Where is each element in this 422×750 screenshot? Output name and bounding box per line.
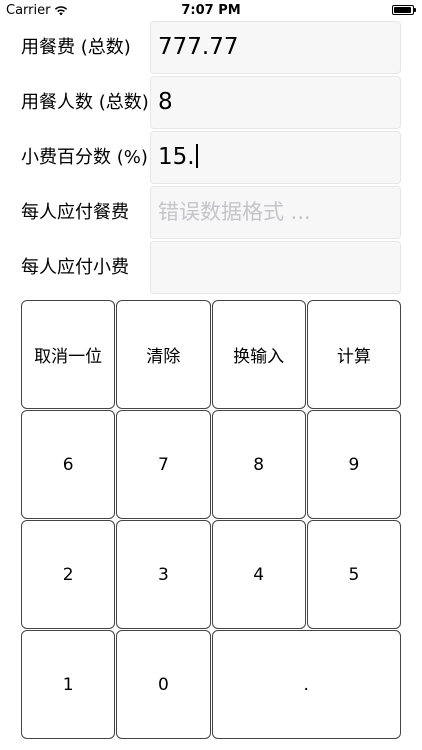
diners-label: 用餐人数 (总数) [21,92,149,113]
switch-input-button[interactable]: 换输入 [211,300,306,409]
status-bar: Carrier 7:07 PM [0,0,422,22]
total-bill-label: 用餐费 (总数) [21,37,131,58]
diners-field[interactable]: 8 [150,76,401,129]
row-tip-per-person: 每人应付小费 [0,240,422,295]
key-decimal-point[interactable]: . [211,630,401,739]
text-cursor [195,143,198,168]
battery-icon [392,5,416,15]
tip-form: 用餐费 (总数) 777.77 用餐人数 (总数) 8 小费百分数 (%) 15… [0,20,422,295]
keypad: 取消一位 清除 换输入 计算 6 7 8 9 2 3 4 5 1 0 . [21,300,402,740]
key-7[interactable]: 7 [116,410,211,519]
tip-per-person-field[interactable] [150,241,401,294]
bill-per-person-field[interactable]: 错误数据格式 ... [150,186,401,239]
calculate-button[interactable]: 计算 [306,300,401,409]
total-bill-value: 777.77 [158,34,239,60]
tip-percent-value: 15. [158,144,195,170]
tip-percent-label: 小费百分数 (%) [21,147,148,168]
bill-per-person-label: 每人应付餐费 [21,202,129,223]
backspace-button[interactable]: 取消一位 [21,300,116,409]
bill-per-person-placeholder: 错误数据格式 ... [158,200,311,224]
key-4[interactable]: 4 [211,520,306,629]
key-0[interactable]: 0 [116,630,211,739]
key-5[interactable]: 5 [306,520,401,629]
key-9[interactable]: 9 [306,410,401,519]
key-3[interactable]: 3 [116,520,211,629]
status-time: 7:07 PM [181,3,241,18]
key-2[interactable]: 2 [21,520,116,629]
total-bill-field[interactable]: 777.77 [150,21,401,74]
tip-percent-field[interactable]: 15. [150,131,401,184]
row-total-bill: 用餐费 (总数) 777.77 [0,20,422,75]
row-tip-percent: 小费百分数 (%) 15. [0,130,422,185]
key-8[interactable]: 8 [211,410,306,519]
row-bill-per-person: 每人应付餐费 错误数据格式 ... [0,185,422,240]
tip-per-person-label: 每人应付小费 [21,257,129,278]
key-6[interactable]: 6 [21,410,116,519]
row-diners: 用餐人数 (总数) 8 [0,75,422,130]
diners-value: 8 [158,89,173,115]
clear-button[interactable]: 清除 [116,300,211,409]
key-1[interactable]: 1 [21,630,116,739]
